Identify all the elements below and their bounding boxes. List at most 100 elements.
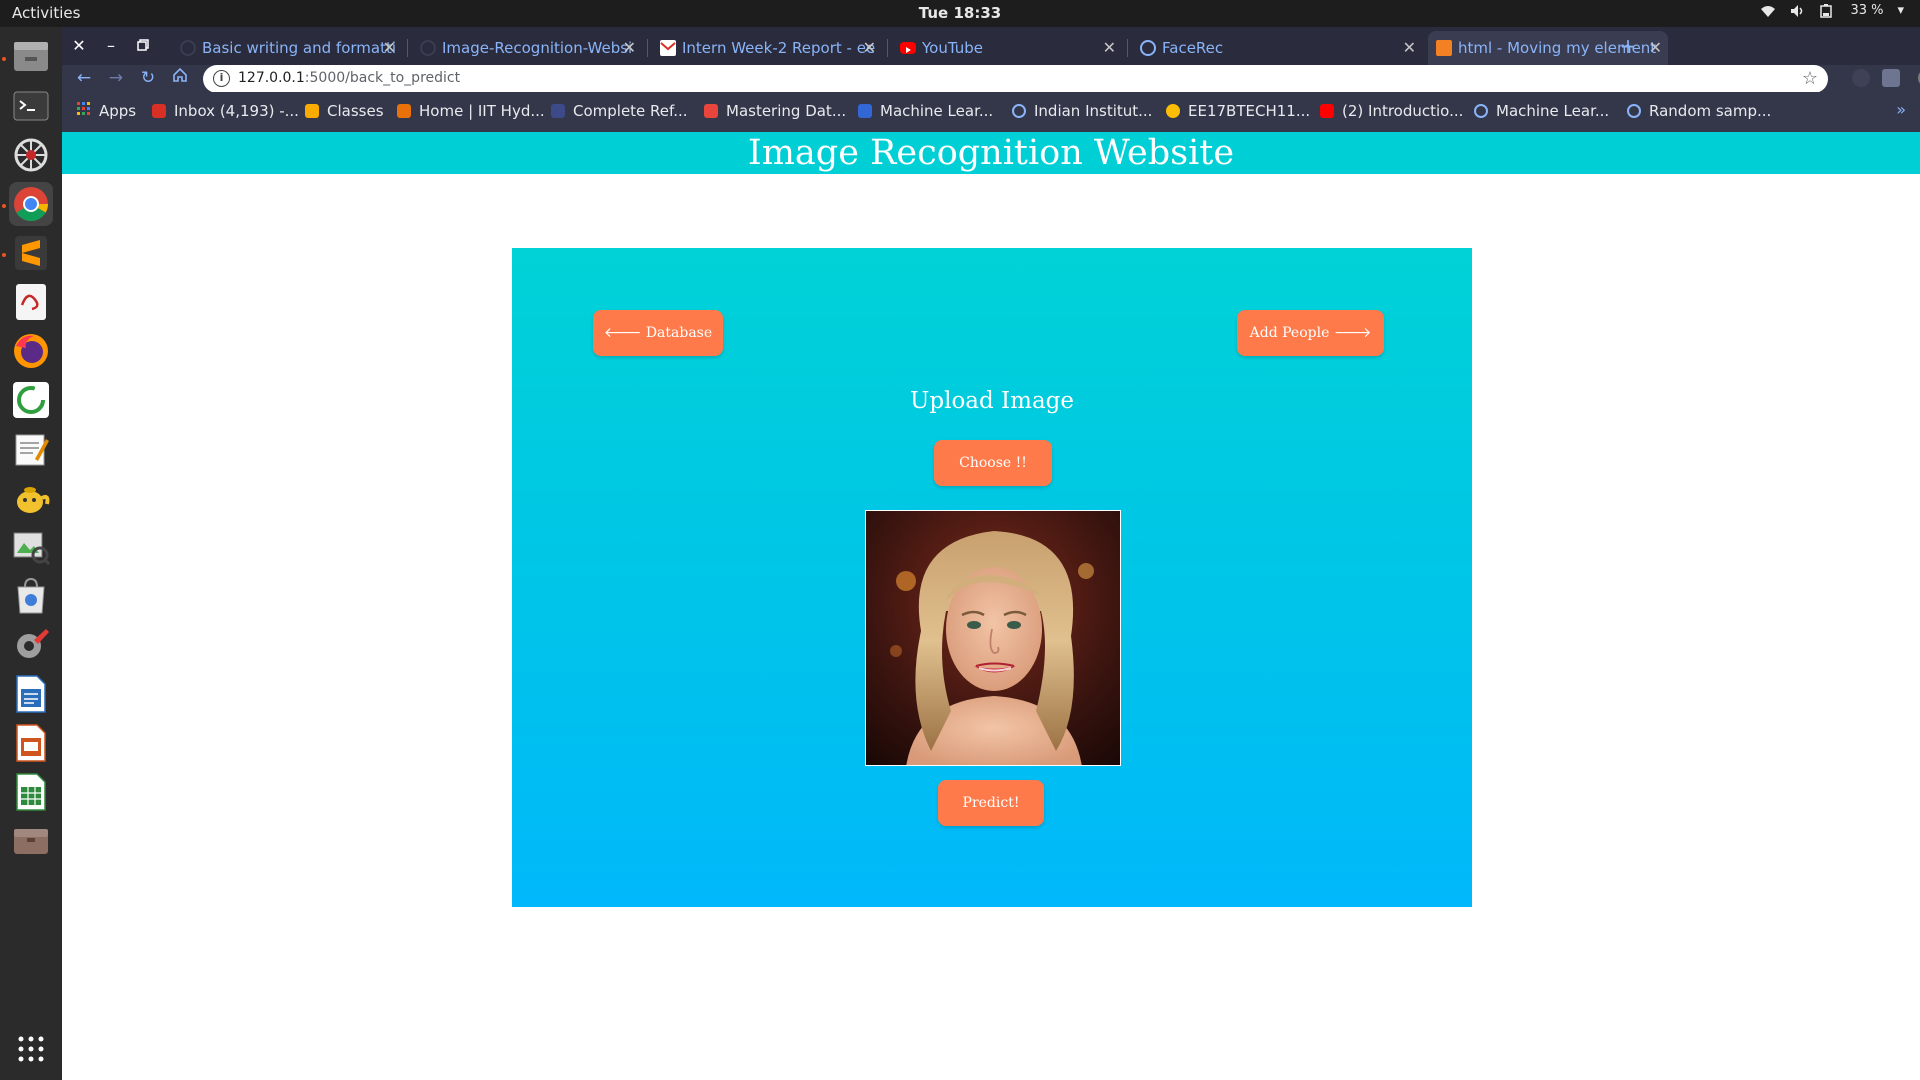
s-icon	[858, 104, 872, 118]
bookmark-star-icon[interactable]: ☆	[1802, 68, 1818, 89]
bookmark-item[interactable]: Machine Lear...	[1474, 102, 1609, 120]
web-page: Image Recognition Website 🡐 Database Add…	[62, 132, 1920, 1080]
new-tab-icon[interactable]: +	[1617, 35, 1639, 57]
upload-panel: 🡐 Database Add People 🡒 Upload Image Cho…	[512, 248, 1472, 907]
smiley-icon	[1166, 104, 1180, 118]
bookmark-item[interactable]: Indian Institut...	[1012, 102, 1152, 120]
site-info-icon[interactable]: i	[213, 70, 230, 87]
battery-icon	[1820, 3, 1836, 18]
cast-icon[interactable]	[1882, 69, 1900, 87]
bookmark-item[interactable]: Complete Ref...	[551, 102, 688, 120]
upload-heading: Upload Image	[910, 388, 1074, 414]
tab-separator	[887, 39, 888, 57]
firefox-icon[interactable]	[9, 329, 53, 373]
coursera-icon	[704, 104, 718, 118]
update-app-icon[interactable]	[9, 378, 53, 422]
globe-icon	[1140, 40, 1156, 56]
browser-tab[interactable]: Intern Week-2 Report - ee ✕	[652, 31, 882, 65]
youtube-icon	[900, 42, 916, 54]
running-indicator	[2, 253, 6, 257]
settings-icon	[1627, 104, 1641, 118]
terminal-icon[interactable]	[9, 84, 53, 128]
teapot-app-icon[interactable]	[9, 476, 53, 520]
browser-toolbar: ← → ↻ i 127.0.0.1:5000/back_to_predict ☆	[62, 65, 1920, 93]
tab-separator	[407, 39, 408, 57]
software-center-icon[interactable]	[9, 574, 53, 618]
stackoverflow-icon	[1436, 40, 1452, 56]
github-icon	[180, 40, 196, 56]
files-icon[interactable]	[9, 35, 53, 79]
tab-close-icon[interactable]: ✕	[863, 38, 876, 57]
tab-separator	[647, 39, 648, 57]
ubuntu-dock	[0, 27, 62, 1080]
arrow-left-icon: 🡐	[603, 325, 642, 341]
archive-manager-icon[interactable]	[9, 819, 53, 863]
activities-button[interactable]: Activities	[12, 4, 80, 22]
nptel-icon	[1012, 104, 1026, 118]
system-tray[interactable]: 33 % ▾	[1760, 3, 1904, 18]
home-icon[interactable]	[168, 67, 192, 89]
running-indicator	[2, 57, 6, 61]
battery-percent: 33 %	[1850, 3, 1884, 18]
browser-tab[interactable]: Basic writing and formatti ✕	[172, 31, 402, 65]
window-minimize-icon[interactable]: –	[100, 35, 122, 57]
choose-file-button[interactable]: Choose !!	[934, 440, 1052, 486]
system-menu-caret-icon[interactable]: ▾	[1897, 3, 1904, 18]
system-top-bar: Activities Tue 18:33 33 % ▾	[0, 0, 1920, 27]
extension-icon[interactable]	[1852, 69, 1870, 87]
window-close-icon[interactable]: ✕	[68, 35, 90, 57]
url-text[interactable]: 127.0.0.1:5000/back_to_predict	[238, 70, 460, 86]
image-viewer-icon[interactable]	[9, 525, 53, 569]
system-clock[interactable]: Tue 18:33	[0, 4, 1920, 22]
libreoffice-impress-icon[interactable]	[9, 721, 53, 765]
bookmark-item[interactable]: Home | IIT Hyd...	[397, 102, 545, 120]
arrow-right-icon: 🡒	[1333, 325, 1372, 341]
evince-icon[interactable]	[9, 280, 53, 324]
bookmark-item[interactable]: Random samp...	[1627, 102, 1771, 120]
reload-icon[interactable]: ↻	[136, 67, 160, 89]
apps-grid-icon	[77, 102, 91, 120]
text-editor-icon[interactable]	[9, 427, 53, 471]
youtube-icon	[1320, 104, 1334, 118]
nptel-icon	[1474, 104, 1488, 118]
browser-tab[interactable]: Image-Recognition-Websi ✕	[412, 31, 642, 65]
tab-close-icon[interactable]: ✕	[1403, 38, 1416, 57]
bookmark-item[interactable]: (2) Introductio...	[1320, 102, 1463, 120]
uploaded-image-preview	[865, 510, 1121, 766]
browser-tab[interactable]: FaceRec ✕	[1132, 31, 1422, 65]
tab-close-icon[interactable]: ✕	[383, 38, 396, 57]
bookmark-item[interactable]: Machine Lear...	[858, 102, 993, 120]
bookmark-item[interactable]: Apps	[77, 102, 136, 120]
portrait-photo	[866, 511, 1120, 765]
libreoffice-calc-icon[interactable]	[9, 770, 53, 814]
chrome-icon[interactable]	[9, 182, 53, 226]
github-icon	[420, 40, 436, 56]
bookmark-item[interactable]: Classes	[305, 102, 384, 120]
address-bar[interactable]: i 127.0.0.1:5000/back_to_predict ☆	[203, 65, 1828, 93]
predict-button[interactable]: Predict!	[938, 780, 1044, 826]
tab-close-icon[interactable]: ✕	[623, 38, 636, 57]
tab-close-icon[interactable]: ✕	[1103, 38, 1116, 57]
settings-icon[interactable]	[9, 623, 53, 667]
site-title: Image Recognition Website	[747, 133, 1235, 173]
wifi-icon	[1760, 4, 1776, 18]
libreoffice-writer-icon[interactable]	[9, 672, 53, 716]
classroom-icon	[305, 104, 319, 118]
network-app-icon[interactable]	[9, 133, 53, 177]
add-people-button[interactable]: Add People 🡒	[1237, 310, 1384, 356]
browser-tab[interactable]: YouTube ✕	[892, 31, 1122, 65]
sublime-text-icon[interactable]	[9, 231, 53, 275]
window-restore-icon[interactable]	[132, 35, 154, 57]
back-arrow-icon[interactable]: ←	[72, 67, 96, 89]
bookmarks-bar: Apps Inbox (4,193) -... Classes Home | I…	[62, 92, 1920, 132]
bookmark-item[interactable]: Mastering Dat...	[704, 102, 846, 120]
show-applications-icon[interactable]	[9, 1027, 53, 1071]
bookmark-icon	[551, 104, 565, 118]
tab-separator	[1127, 39, 1128, 57]
database-button[interactable]: 🡐 Database	[593, 310, 723, 356]
forward-arrow-icon[interactable]: →	[104, 67, 128, 89]
bookmark-item[interactable]: EE17BTECH11...	[1166, 102, 1310, 120]
tab-close-icon[interactable]: ✕	[1649, 38, 1662, 57]
bookmark-item[interactable]: Inbox (4,193) -...	[152, 102, 299, 120]
bookmarks-overflow-icon[interactable]: »	[1896, 100, 1906, 119]
